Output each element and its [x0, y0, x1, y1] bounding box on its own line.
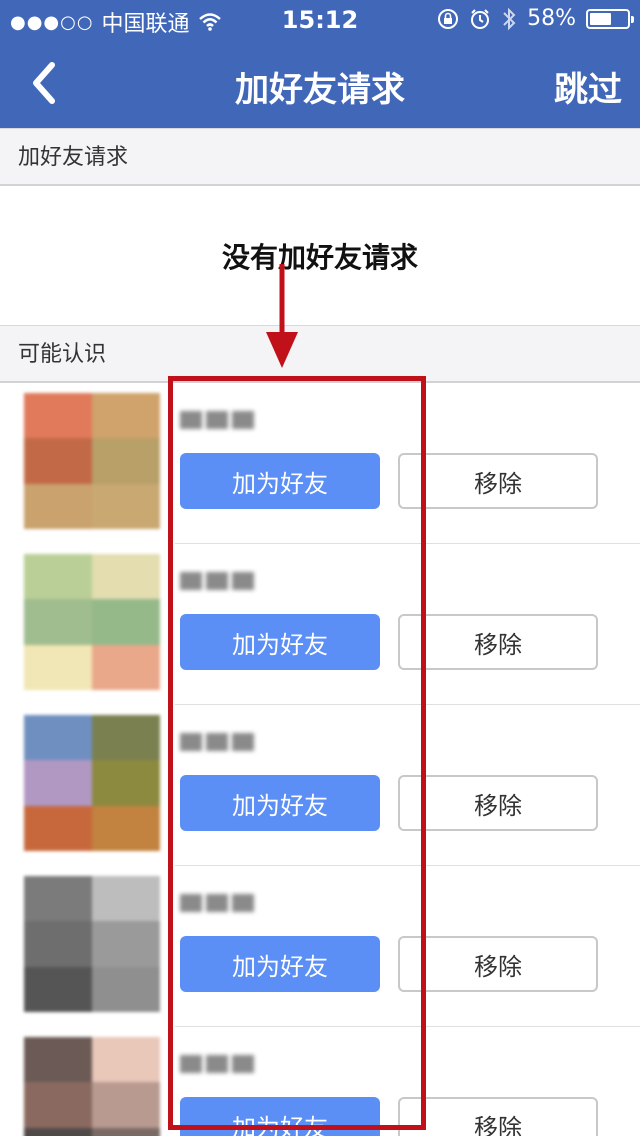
- skip-button[interactable]: 跳过: [554, 62, 622, 111]
- friend-requests-header: 加好友请求: [0, 128, 640, 186]
- battery-icon: [586, 8, 634, 29]
- page-title: 加好友请求: [235, 70, 405, 110]
- top-bar: ●●●○○ 中国联通 15:12 58% 加好友请求 跳过: [0, 0, 640, 128]
- blurred-contact-name: [180, 733, 254, 753]
- suggestion-row: 加为好友 移除: [0, 866, 640, 1027]
- blurred-contact-name: [180, 411, 254, 431]
- remove-button[interactable]: 移除: [398, 936, 598, 992]
- avatar[interactable]: [24, 876, 160, 1012]
- add-friend-button[interactable]: 加为好友: [180, 936, 380, 992]
- blurred-contact-name: [180, 572, 254, 592]
- remove-button[interactable]: 移除: [398, 614, 598, 670]
- remove-button[interactable]: 移除: [398, 775, 598, 831]
- rotation-lock-icon: [438, 8, 459, 29]
- suggestion-row: 加为好友 移除: [0, 383, 640, 544]
- avatar[interactable]: [24, 1037, 160, 1136]
- suggestions-header: 可能认识: [0, 325, 640, 383]
- status-bar: ●●●○○ 中国联通 15:12 58%: [0, 0, 640, 40]
- blurred-contact-name: [180, 894, 254, 914]
- add-friend-button[interactable]: 加为好友: [180, 453, 380, 509]
- remove-button[interactable]: 移除: [398, 1097, 598, 1136]
- avatar[interactable]: [24, 393, 160, 529]
- alarm-icon: [471, 8, 490, 29]
- suggestion-row: 加为好友 移除: [0, 1027, 640, 1136]
- add-friend-button[interactable]: 加为好友: [180, 614, 380, 670]
- avatar[interactable]: [24, 715, 160, 851]
- navigation-bar: 加好友请求 跳过: [0, 40, 640, 128]
- avatar[interactable]: [24, 554, 160, 690]
- add-friend-button[interactable]: 加为好友: [180, 775, 380, 831]
- battery-percent: 58%: [527, 6, 576, 31]
- suggestion-row: 加为好友 移除: [0, 705, 640, 866]
- blurred-contact-name: [180, 1055, 254, 1075]
- add-friend-button[interactable]: 加为好友: [180, 1097, 380, 1136]
- empty-requests-message: 没有加好友请求: [221, 241, 418, 274]
- suggestion-row: 加为好友 移除: [0, 544, 640, 705]
- remove-button[interactable]: 移除: [398, 453, 598, 509]
- bluetooth-icon: [503, 7, 516, 30]
